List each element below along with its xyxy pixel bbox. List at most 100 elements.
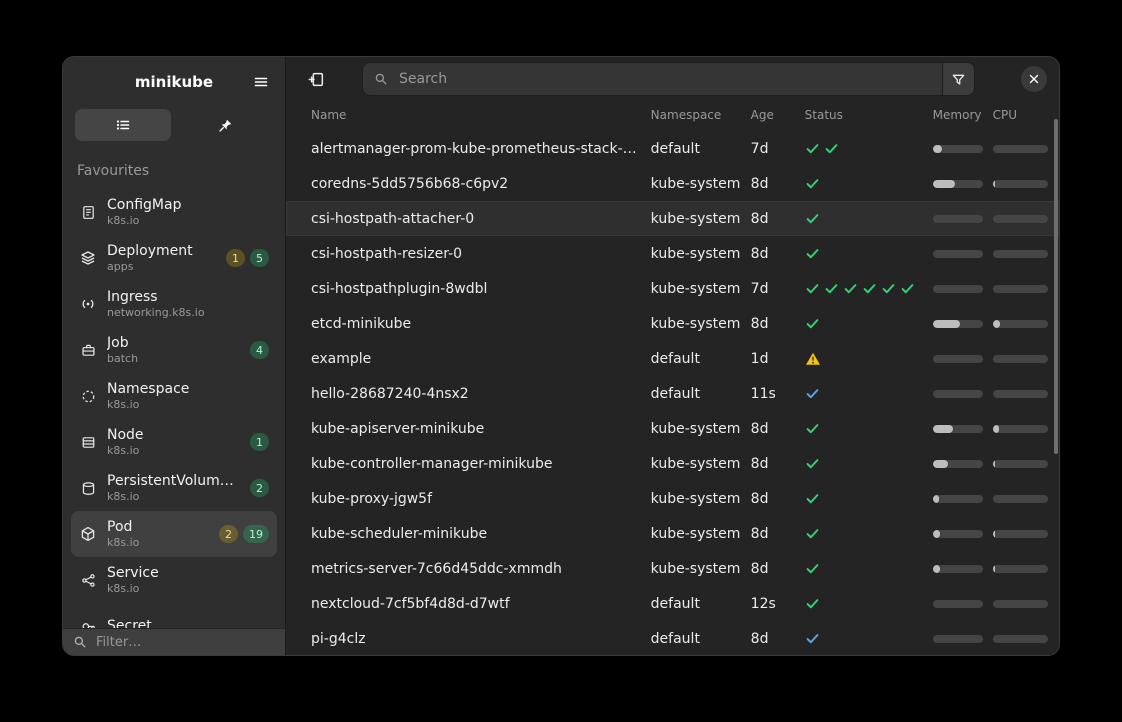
sidebar-item-pod[interactable]: Pod k8s.io 2 19 bbox=[71, 511, 277, 557]
memory-bar bbox=[932, 354, 983, 363]
check-icon bbox=[824, 141, 840, 156]
pod-name: csi-hostpath-attacher-0 bbox=[311, 210, 475, 227]
table-row[interactable]: kube-proxy-jgw5f kube-system 8d bbox=[286, 481, 1059, 516]
sidebar-item-job[interactable]: Job batch 4 bbox=[71, 327, 277, 373]
favourites-label: Favourites bbox=[77, 163, 150, 179]
pod-memory bbox=[932, 389, 993, 398]
table-row[interactable]: kube-scheduler-minikube kube-system 8d bbox=[286, 516, 1059, 551]
filter-input[interactable] bbox=[94, 633, 275, 651]
column-header-age[interactable]: Age bbox=[751, 108, 805, 122]
sidebar-item-ingress[interactable]: Ingress networking.k8s.io bbox=[71, 281, 277, 327]
pod-cpu bbox=[992, 284, 1059, 293]
check-icon bbox=[805, 456, 821, 471]
table-row[interactable]: csi-hostpathplugin-8wdbl kube-system 7d bbox=[286, 271, 1059, 306]
sidebar-header: minikube bbox=[63, 57, 285, 107]
sidebar-item-namespace[interactable]: Namespace k8s.io bbox=[71, 373, 277, 419]
pod-memory bbox=[932, 284, 993, 293]
filter-bar bbox=[63, 628, 285, 655]
app-window: minikube Favourites ConfigMap k8s.io Dep… bbox=[62, 56, 1060, 656]
table-row[interactable]: csi-hostpath-resizer-0 kube-system 8d bbox=[286, 236, 1059, 271]
table-row[interactable]: csi-hostpath-attacher-0 kube-system 8d bbox=[286, 201, 1059, 236]
pod-cpu bbox=[992, 144, 1059, 153]
pod-status bbox=[805, 491, 933, 506]
memory-bar bbox=[932, 389, 983, 398]
table-row[interactable]: kube-controller-manager-minikube kube-sy… bbox=[286, 446, 1059, 481]
count-badge: 1 bbox=[226, 249, 245, 267]
column-header-memory[interactable]: Memory bbox=[933, 108, 993, 122]
column-header-namespace[interactable]: Namespace bbox=[651, 108, 751, 122]
pod-age: 8d bbox=[750, 630, 769, 647]
pod-cpu bbox=[992, 564, 1059, 573]
filter-button[interactable] bbox=[941, 62, 975, 96]
search-icon bbox=[73, 635, 87, 649]
cpu-bar bbox=[992, 494, 1048, 503]
pod-age: 1d bbox=[750, 350, 769, 367]
pod-namespace: default bbox=[650, 595, 700, 612]
search-entry[interactable] bbox=[362, 62, 942, 96]
pod-memory bbox=[932, 249, 993, 258]
badge-group: 15 bbox=[226, 249, 269, 267]
table-row[interactable]: kube-apiserver-minikube kube-system 8d bbox=[286, 411, 1059, 446]
table-row[interactable]: coredns-5dd5756b68-c6pv2 kube-system 8d bbox=[286, 166, 1059, 201]
main-header bbox=[286, 57, 1059, 101]
sidebar-item-text: Node k8s.io bbox=[107, 427, 240, 458]
table-header: Name Namespace Age Status Memory CPU bbox=[286, 101, 1059, 129]
sidebar-item-label: Service bbox=[107, 564, 159, 581]
column-header-cpu[interactable]: CPU bbox=[993, 108, 1059, 122]
sidebar-item-configmap[interactable]: ConfigMap k8s.io bbox=[71, 189, 277, 235]
sidebar-item-sublabel: k8s.io bbox=[107, 443, 140, 457]
pod-namespace: default bbox=[650, 350, 700, 367]
sidebar-item-node[interactable]: Node k8s.io 1 bbox=[71, 419, 277, 465]
list-view-button[interactable] bbox=[75, 109, 171, 141]
pod-age: 8d bbox=[750, 420, 769, 437]
close-button[interactable] bbox=[1020, 66, 1047, 92]
pod-age: 8d bbox=[750, 175, 769, 192]
sidebar-item-deployment[interactable]: Deployment apps 15 bbox=[71, 235, 277, 281]
pod-namespace: kube-system bbox=[650, 210, 741, 227]
pod-icon bbox=[79, 526, 97, 542]
check-icon bbox=[805, 176, 821, 191]
pin-view-button[interactable] bbox=[177, 109, 273, 141]
pod-name: metrics-server-7c66d45ddc-xmmdh bbox=[311, 560, 562, 577]
pod-status bbox=[805, 456, 933, 471]
check-icon bbox=[805, 141, 821, 156]
pod-status bbox=[805, 526, 933, 541]
table-row[interactable]: etcd-minikube kube-system 8d bbox=[286, 306, 1059, 341]
check-icon bbox=[900, 281, 916, 296]
pod-memory bbox=[932, 354, 993, 363]
sidebar-item-text: Service k8s.io bbox=[107, 565, 259, 596]
menu-button[interactable] bbox=[249, 70, 273, 94]
memory-bar bbox=[932, 599, 983, 608]
sidebar-item-service[interactable]: Service k8s.io bbox=[71, 557, 277, 603]
sidebar-item-persistentvolumecl[interactable]: PersistentVolumeCl… k8s.io 2 bbox=[71, 465, 277, 511]
cpu-bar bbox=[992, 459, 1048, 468]
scrollbar[interactable] bbox=[1053, 119, 1058, 454]
pod-namespace: kube-system bbox=[650, 175, 741, 192]
pod-age: 8d bbox=[750, 560, 769, 577]
table-row[interactable]: alertmanager-prom-kube-prometheus-stack-… bbox=[286, 131, 1059, 166]
memory-bar bbox=[932, 459, 983, 468]
sidebar-item-label: Pod bbox=[107, 518, 133, 535]
search-input[interactable] bbox=[397, 70, 931, 88]
table-row[interactable]: nextcloud-7cf5bf4d8d-d7wtf default 12s bbox=[286, 586, 1059, 621]
table-row[interactable]: example default 1d bbox=[286, 341, 1059, 376]
job-icon bbox=[79, 343, 97, 358]
column-header-status[interactable]: Status bbox=[805, 108, 933, 122]
table-row[interactable]: pi-g4clz default 8d bbox=[286, 621, 1059, 655]
pod-cpu bbox=[992, 494, 1059, 503]
pod-age: 8d bbox=[750, 315, 769, 332]
table-row[interactable]: hello-28687240-4nsx2 default 11s bbox=[286, 376, 1059, 411]
table-row[interactable]: metrics-server-7c66d45ddc-xmmdh kube-sys… bbox=[286, 551, 1059, 586]
pod-memory bbox=[932, 424, 993, 433]
memory-bar bbox=[932, 319, 983, 328]
new-window-icon bbox=[308, 71, 325, 88]
pod-memory bbox=[932, 459, 993, 468]
cpu-bar bbox=[992, 424, 1048, 433]
pod-namespace: default bbox=[650, 630, 700, 647]
sidebar-item-text: Namespace k8s.io bbox=[107, 381, 259, 412]
cpu-bar bbox=[992, 214, 1048, 223]
pod-cpu bbox=[992, 529, 1059, 538]
column-header-name[interactable]: Name bbox=[311, 108, 651, 122]
pod-status bbox=[805, 141, 933, 156]
new-window-button[interactable] bbox=[302, 65, 330, 93]
